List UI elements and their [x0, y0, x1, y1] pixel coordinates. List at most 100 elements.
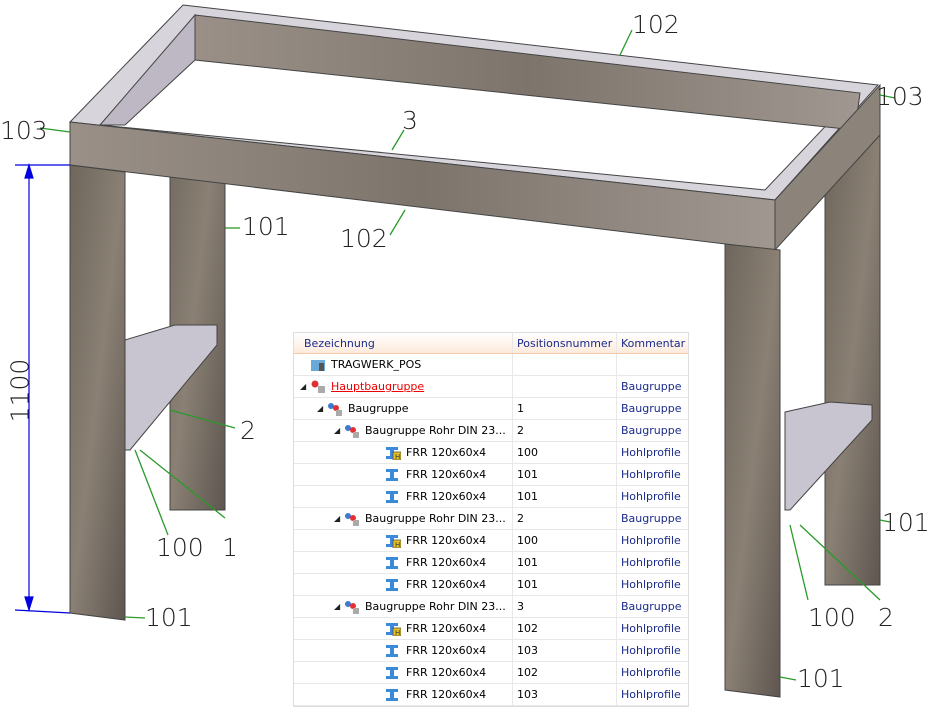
item-name: FRR 120x60x4 — [406, 644, 487, 657]
cell-bezeichnung: FRR 120x60x4 — [294, 662, 513, 683]
cell-positionsnummer: 2 — [513, 508, 617, 529]
table-row[interactable]: H FRR 120x60x4 102 Hohlprofile — [294, 618, 688, 640]
column-header-positionsnummer[interactable]: Positionsnummer — [513, 333, 617, 353]
label-101: 101 — [882, 508, 930, 537]
expand-toggle-icon[interactable]: ◢ — [334, 426, 344, 435]
beam-icon — [385, 688, 401, 702]
label-103: 103 — [876, 82, 924, 111]
cell-kommentar: Hohlprofile — [621, 446, 681, 459]
cell-positionsnummer: 101 — [513, 574, 617, 595]
cell-bezeichnung: ◢ Baugruppe — [294, 398, 513, 419]
cell-bezeichnung: ◢ Baugruppe Rohr DIN 23... — [294, 420, 513, 441]
cell-kommentar: Hohlprofile — [621, 534, 681, 547]
cell-positionsnummer — [513, 376, 617, 397]
table-row[interactable]: ◢ Baugruppe Rohr DIN 23... 3 Baugruppe — [294, 596, 688, 618]
table-row[interactable]: ◢ Hauptbaugruppe Baugruppe — [294, 376, 688, 398]
table-header: Bezeichnung Positionsnummer Kommentar — [294, 333, 688, 354]
beam-main-icon: H — [385, 622, 402, 637]
item-name: FRR 120x60x4 — [406, 578, 487, 591]
cell-bezeichnung: TRAGWERK_POS — [294, 354, 513, 375]
item-name: FRR 120x60x4 — [406, 556, 487, 569]
column-header-kommentar[interactable]: Kommentar — [617, 333, 688, 353]
cell-positionsnummer: 3 — [513, 596, 617, 617]
cell-kommentar — [617, 354, 688, 375]
item-name: Hauptbaugruppe — [331, 380, 425, 393]
svg-text:H: H — [395, 629, 400, 636]
cell-positionsnummer: 101 — [513, 486, 617, 507]
table-row[interactable]: FRR 120x60x4 101 Hohlprofile — [294, 486, 688, 508]
item-name: Baugruppe Rohr DIN 23... — [365, 424, 506, 437]
expand-toggle-icon[interactable]: ◢ — [300, 382, 310, 391]
label-101: 101 — [797, 664, 845, 693]
label-2: 2 — [878, 603, 894, 632]
expand-toggle-icon[interactable]: ◢ — [317, 404, 327, 413]
cell-positionsnummer: 102 — [513, 618, 617, 639]
cell-positionsnummer: 2 — [513, 420, 617, 441]
structure-tree-table: Bezeichnung Positionsnummer Kommentar TR… — [293, 332, 689, 707]
item-name: Baugruppe Rohr DIN 23... — [365, 600, 506, 613]
label-100: 100 — [156, 533, 204, 562]
label-103: 103 — [0, 116, 48, 145]
table-row[interactable]: FRR 120x60x4 103 Hohlprofile — [294, 684, 688, 706]
cell-kommentar: Hohlprofile — [621, 490, 681, 503]
leg-front-right — [724, 243, 781, 698]
beam-icon — [385, 666, 401, 680]
table-row[interactable]: FRR 120x60x4 103 Hohlprofile — [294, 640, 688, 662]
expand-toggle-icon[interactable]: ◢ — [334, 602, 344, 611]
assembly-icon — [327, 402, 343, 416]
leg-back-right — [824, 134, 881, 586]
cell-bezeichnung: FRR 120x60x4 — [294, 574, 513, 595]
item-name: TRAGWERK_POS — [331, 358, 422, 371]
beam-icon — [385, 468, 401, 482]
cell-bezeichnung: FRR 120x60x4 — [294, 684, 513, 705]
database-icon — [310, 358, 326, 372]
cell-bezeichnung: ◢ Baugruppe Rohr DIN 23... — [294, 596, 513, 617]
item-name: FRR 120x60x4 — [406, 622, 487, 635]
cell-positionsnummer: 103 — [513, 684, 617, 705]
label-3: 3 — [402, 106, 418, 135]
assembly-icon — [344, 424, 360, 438]
label-1: 1 — [222, 533, 238, 562]
cell-kommentar: Baugruppe — [621, 512, 682, 525]
cell-kommentar: Hohlprofile — [621, 468, 681, 481]
table-row[interactable]: TRAGWERK_POS — [294, 354, 688, 376]
cell-bezeichnung: FRR 120x60x4 — [294, 486, 513, 507]
cell-bezeichnung: ◢ Baugruppe Rohr DIN 23... — [294, 508, 513, 529]
item-name: FRR 120x60x4 — [406, 446, 487, 459]
beam-main-icon: H — [385, 446, 402, 461]
column-header-bezeichnung[interactable]: Bezeichnung — [294, 333, 513, 353]
table-row[interactable]: FRR 120x60x4 101 Hohlprofile — [294, 552, 688, 574]
cell-positionsnummer — [513, 354, 617, 375]
item-name: FRR 120x60x4 — [406, 688, 487, 701]
cell-positionsnummer: 103 — [513, 640, 617, 661]
table-row[interactable]: ◢ Baugruppe Rohr DIN 23... 2 Baugruppe — [294, 508, 688, 530]
table-row[interactable]: H FRR 120x60x4 100 Hohlprofile — [294, 442, 688, 464]
table-row[interactable]: ◢ Baugruppe 1 Baugruppe — [294, 398, 688, 420]
svg-text:H: H — [395, 453, 400, 460]
table-row[interactable]: FRR 120x60x4 102 Hohlprofile — [294, 662, 688, 684]
beam-icon — [385, 490, 401, 504]
label-101: 101 — [242, 212, 290, 241]
table-row[interactable]: FRR 120x60x4 101 Hohlprofile — [294, 464, 688, 486]
cell-positionsnummer: 102 — [513, 662, 617, 683]
table-row[interactable]: H FRR 120x60x4 100 Hohlprofile — [294, 530, 688, 552]
leg-front-left — [69, 164, 126, 621]
cell-kommentar: Hohlprofile — [621, 688, 681, 701]
cell-kommentar: Baugruppe — [621, 424, 682, 437]
cell-positionsnummer: 101 — [513, 464, 617, 485]
beam-icon — [385, 556, 401, 570]
table-row[interactable]: ◢ Baugruppe Rohr DIN 23... 2 Baugruppe — [294, 420, 688, 442]
assembly-icon — [344, 512, 360, 526]
cell-kommentar: Hohlprofile — [621, 666, 681, 679]
beam-icon — [385, 578, 401, 592]
item-name: Baugruppe — [348, 402, 409, 415]
cell-positionsnummer: 100 — [513, 442, 617, 463]
expand-toggle-icon[interactable]: ◢ — [334, 514, 344, 523]
cell-bezeichnung: FRR 120x60x4 — [294, 464, 513, 485]
svg-text:H: H — [395, 541, 400, 548]
beam-main-icon: H — [385, 534, 402, 549]
cell-positionsnummer: 101 — [513, 552, 617, 573]
cell-bezeichnung: FRR 120x60x4 — [294, 552, 513, 573]
table-row[interactable]: FRR 120x60x4 101 Hohlprofile — [294, 574, 688, 596]
label-100: 100 — [808, 603, 856, 632]
